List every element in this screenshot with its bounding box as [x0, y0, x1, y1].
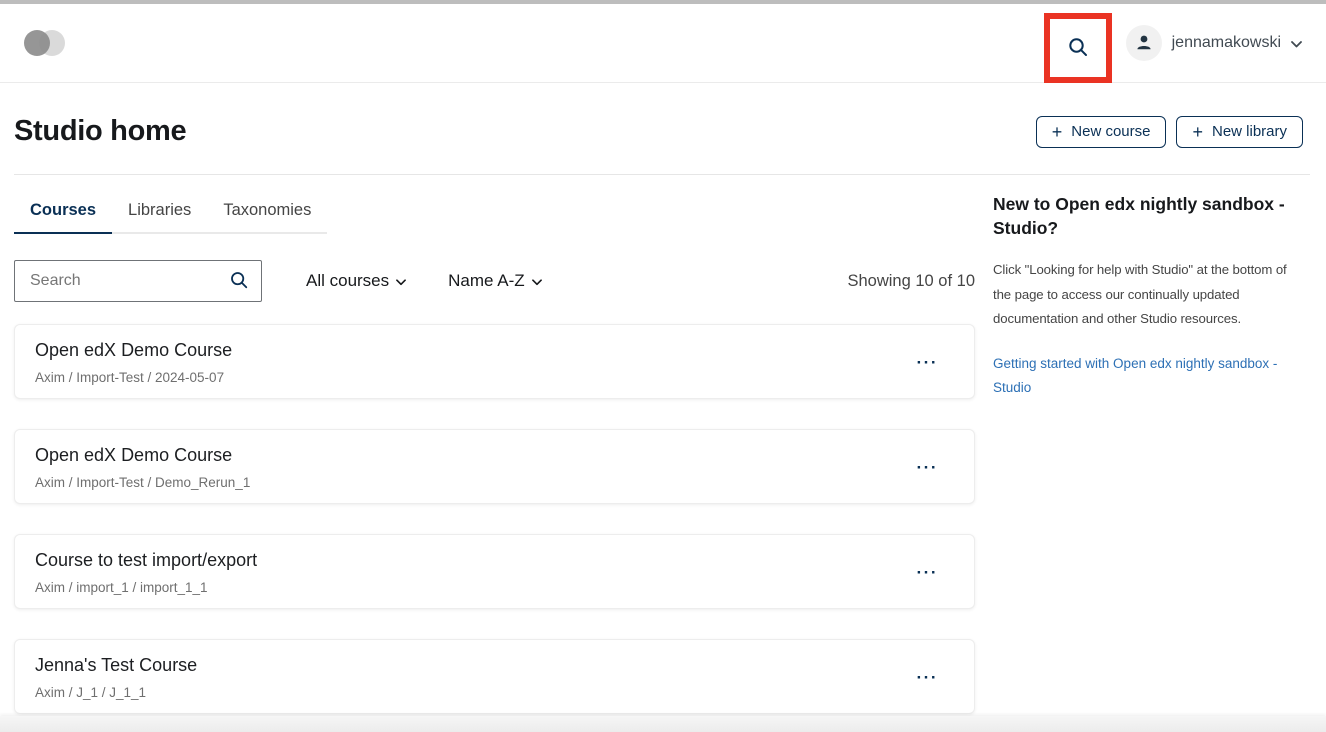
course-actions-menu-button[interactable]: ··· — [909, 664, 946, 692]
course-card[interactable]: Open edX Demo Course Axim / Import-Test … — [14, 324, 975, 399]
sidebar-heading: New to Open edx nightly sandbox - Studio… — [993, 193, 1308, 240]
course-org-path: Axim / J_1 / J_1_1 — [35, 685, 197, 700]
course-org-path: Axim / import_1 / import_1_1 — [35, 580, 257, 595]
search-icon — [229, 270, 249, 293]
course-actions-menu-button[interactable]: ··· — [909, 559, 946, 587]
plus-icon: + — [1192, 123, 1203, 141]
sort-order-dropdown[interactable]: Name A-Z — [442, 270, 548, 292]
user-icon — [1134, 32, 1154, 55]
username-label: jennamakowski — [1172, 34, 1281, 52]
annotation-highlight-box — [1044, 13, 1112, 83]
course-title: Open edX Demo Course — [35, 445, 250, 466]
course-card-info: Course to test import/export Axim / impo… — [35, 550, 257, 595]
footer-band — [0, 716, 1326, 732]
getting-started-link[interactable]: Getting started with Open edx nightly sa… — [993, 356, 1277, 396]
filter-row: All courses Name A-Z Showin — [14, 260, 975, 302]
search-icon — [1067, 36, 1089, 61]
ellipsis-icon: ··· — [917, 668, 938, 687]
course-actions-menu-button[interactable]: ··· — [909, 349, 946, 377]
tab-courses[interactable]: Courses — [14, 191, 112, 234]
course-org-path: Axim / Import-Test / 2024-05-07 — [35, 370, 232, 385]
tab-taxonomies[interactable]: Taxonomies — [207, 191, 327, 232]
user-menu[interactable]: jennamakowski — [1126, 21, 1302, 65]
tab-bar: Courses Libraries Taxonomies — [14, 191, 327, 234]
chevron-down-icon — [1291, 36, 1302, 51]
course-search-submit[interactable] — [227, 268, 251, 295]
chevron-down-icon — [532, 271, 542, 291]
results-count: Showing 10 of 10 — [847, 272, 975, 291]
course-card-info: Open edX Demo Course Axim / Import-Test … — [35, 445, 250, 490]
course-actions-menu-button[interactable]: ··· — [909, 454, 946, 482]
ellipsis-icon: ··· — [917, 353, 938, 372]
page-actions: + New course + New library — [1036, 116, 1310, 148]
site-header: jennamakowski — [0, 4, 1326, 83]
tab-libraries[interactable]: Libraries — [112, 191, 207, 232]
course-card[interactable]: Jenna's Test Course Axim / J_1 / J_1_1 ·… — [14, 639, 975, 714]
ellipsis-icon: ··· — [917, 458, 938, 477]
course-type-filter-label: All courses — [306, 271, 389, 291]
sidebar-body-text: Click "Looking for help with Studio" at … — [993, 258, 1308, 331]
new-library-label: New library — [1212, 123, 1287, 140]
plus-icon: + — [1052, 123, 1063, 141]
course-title: Open edX Demo Course — [35, 340, 232, 361]
course-org-path: Axim / Import-Test / Demo_Rerun_1 — [35, 475, 250, 490]
header-search-button[interactable] — [1061, 30, 1095, 67]
chevron-down-icon — [396, 271, 406, 291]
page-title: Studio home — [14, 115, 186, 148]
page-container: Studio home + New course + New library C… — [0, 115, 1326, 714]
main-column: Courses Libraries Taxonomies — [14, 191, 975, 714]
title-separator — [14, 174, 1310, 175]
course-card-info: Jenna's Test Course Axim / J_1 / J_1_1 — [35, 655, 197, 700]
new-course-label: New course — [1071, 123, 1150, 140]
course-title: Jenna's Test Course — [35, 655, 197, 676]
studio-logo[interactable] — [24, 30, 66, 56]
content-row: Courses Libraries Taxonomies — [14, 191, 1310, 714]
ellipsis-icon: ··· — [917, 563, 938, 582]
new-course-button[interactable]: + New course — [1036, 116, 1167, 148]
course-title: Course to test import/export — [35, 550, 257, 571]
sort-order-label: Name A-Z — [448, 271, 525, 291]
course-card-info: Open edX Demo Course Axim / Import-Test … — [35, 340, 232, 385]
help-sidebar: New to Open edx nightly sandbox - Studio… — [993, 191, 1308, 714]
logo-circle-dark — [24, 30, 50, 56]
course-search-input[interactable] — [28, 271, 227, 291]
course-list: Open edX Demo Course Axim / Import-Test … — [14, 324, 975, 714]
avatar — [1126, 25, 1162, 61]
new-library-button[interactable]: + New library — [1176, 116, 1303, 148]
course-card[interactable]: Open edX Demo Course Axim / Import-Test … — [14, 429, 975, 504]
course-type-filter-dropdown[interactable]: All courses — [300, 270, 412, 292]
course-card[interactable]: Course to test import/export Axim / impo… — [14, 534, 975, 609]
page-header: Studio home + New course + New library — [14, 115, 1310, 148]
course-search-box — [14, 260, 262, 302]
